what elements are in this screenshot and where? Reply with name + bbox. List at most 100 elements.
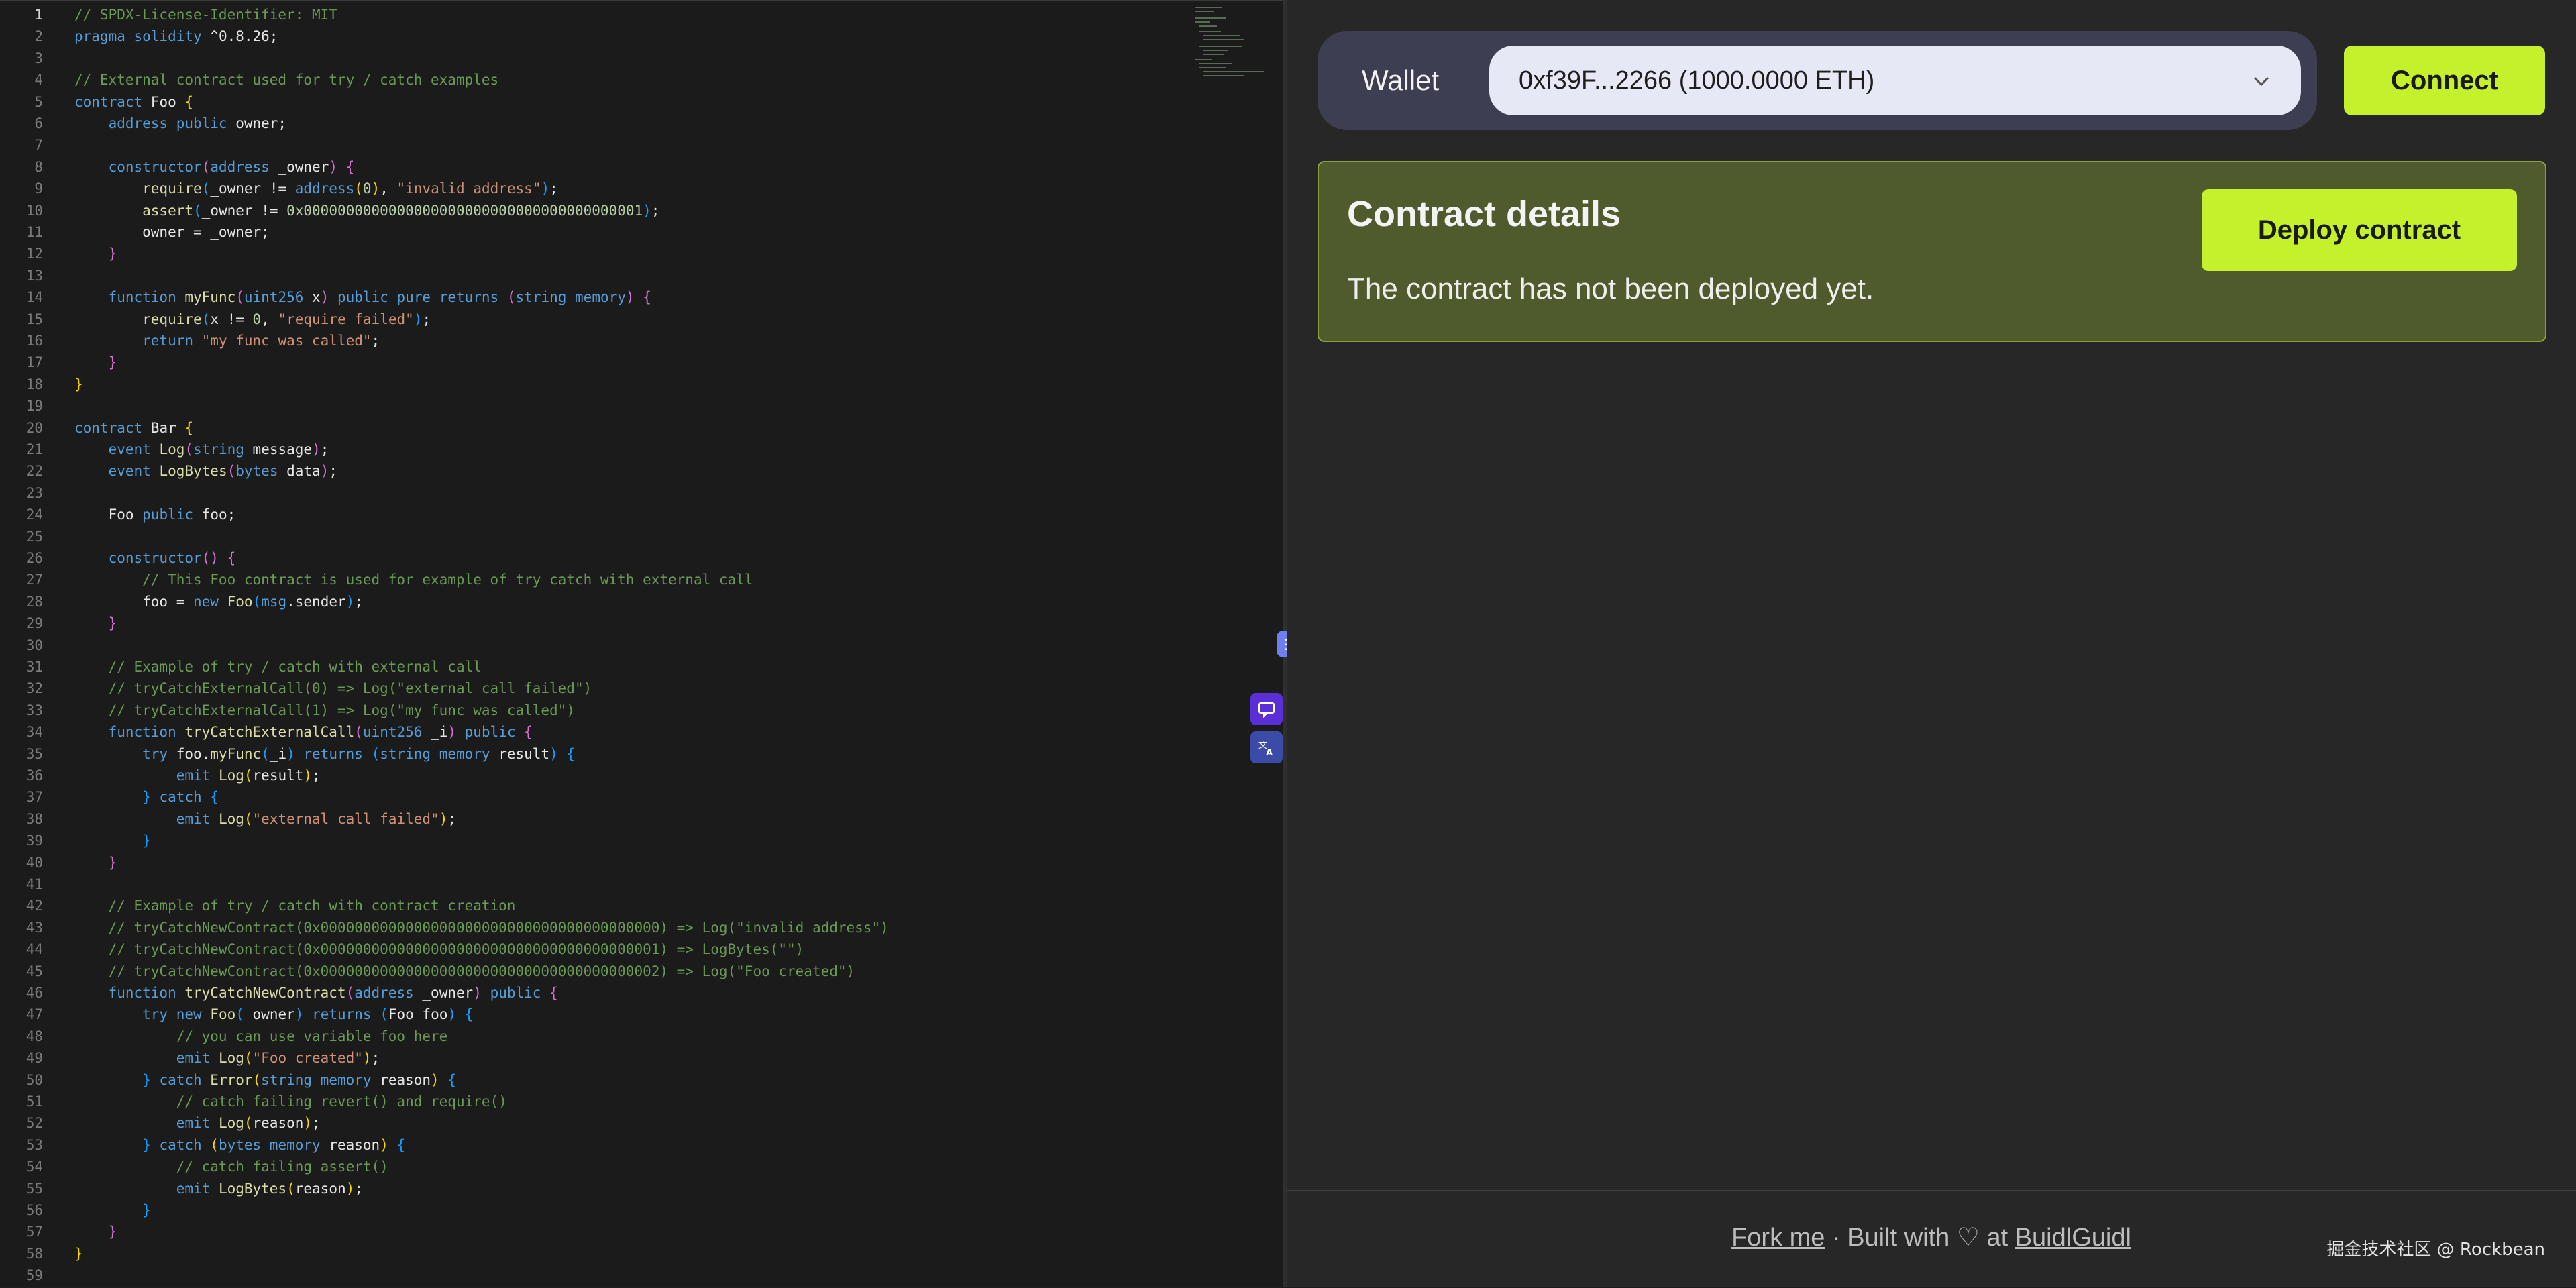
- code-token: {: [643, 289, 651, 306]
- code-token: msg: [261, 593, 287, 610]
- code-token: new: [176, 1006, 211, 1023]
- minimap[interactable]: [1195, 4, 1264, 85]
- line-number: 27: [25, 572, 43, 588]
- code-line: // tryCatchExternalCall(0) => Log("exter…: [74, 678, 592, 699]
- line-number: 41: [25, 876, 43, 892]
- code-token: _owner !=: [210, 180, 295, 197]
- code-token: ): [303, 767, 313, 784]
- code-line: // tryCatchNewContract(0x000000000000000…: [74, 938, 804, 960]
- code-token: }: [74, 615, 117, 632]
- line-number: 54: [25, 1159, 43, 1175]
- line-number: 13: [25, 267, 43, 284]
- code-token: reason: [294, 1180, 346, 1197]
- code-token: return: [74, 333, 202, 349]
- code-line: // Example of try / catch with external …: [74, 656, 482, 678]
- code-token: function: [74, 985, 185, 1001]
- code-line: // External contract used for try / catc…: [74, 69, 498, 91]
- code-editor[interactable]: 1 2 3 4 5 6 7 8 9 10 11 12 13 14 15 16 17 18 19 20 21 22 23 24 2…: [0, 0, 1283, 1287]
- code-token: emit: [74, 810, 219, 827]
- code-token: }: [74, 246, 117, 262]
- code-token: }: [74, 1071, 160, 1088]
- line-number: 8: [34, 158, 43, 175]
- line-number: 57: [25, 1224, 43, 1240]
- code-token: (: [201, 311, 211, 327]
- code-line: // catch failing revert() and require(): [74, 1091, 507, 1112]
- footer-at-text: at: [1979, 1224, 2015, 1252]
- code-token: {: [447, 1071, 456, 1088]
- fork-me-link[interactable]: Fork me: [1731, 1224, 1825, 1252]
- line-number: 3: [34, 50, 43, 66]
- line-number: 22: [25, 463, 43, 480]
- code-token: Foo foo: [388, 1006, 448, 1023]
- line-number: 12: [25, 246, 43, 262]
- code-token: assert: [74, 202, 194, 219]
- wallet-account-select[interactable]: 0xf39F...2266 (1000.0000 ETH): [1489, 46, 2301, 115]
- code-area[interactable]: // SPDX-License-Identifier: MIT pragma so…: [74, 3, 1202, 1288]
- code-line: event LogBytes(bytes data);: [74, 460, 337, 482]
- code-token: LogBytes: [159, 463, 227, 480]
- code-line: }: [74, 830, 151, 851]
- line-number: 46: [25, 985, 43, 1001]
- code-line: owner = _owner;: [74, 221, 270, 243]
- code-line: }: [74, 852, 117, 873]
- line-number: 16: [25, 333, 43, 349]
- code-token: {: [345, 158, 355, 175]
- code-token: (: [184, 441, 194, 458]
- line-number: 9: [34, 180, 43, 197]
- code-token: _owner: [278, 158, 329, 175]
- buidlguidl-link[interactable]: BuidlGuidl: [2015, 1224, 2131, 1252]
- code-token: {: [210, 789, 219, 806]
- code-token: {: [566, 745, 576, 762]
- code-token: public: [464, 724, 525, 741]
- line-number: 42: [25, 898, 43, 914]
- code-token: function: [74, 289, 185, 306]
- code-token: "invalid address": [396, 180, 541, 197]
- chat-icon[interactable]: [1250, 693, 1283, 725]
- code-token: _i: [269, 745, 287, 762]
- code-token: ): [413, 311, 423, 327]
- code-token: // catch failing assert(): [74, 1159, 388, 1175]
- line-number: 25: [25, 528, 43, 545]
- line-number: 26: [25, 550, 43, 566]
- code-line: // This Foo contract is used for example…: [74, 569, 753, 590]
- code-token: (: [354, 724, 363, 741]
- code-token: ): [541, 180, 550, 197]
- contract-details-title: Contract details: [1347, 194, 1621, 234]
- code-token: (: [380, 1006, 388, 1023]
- code-line: emit Log(result);: [74, 765, 321, 786]
- code-token: ;: [312, 1115, 321, 1132]
- line-number: 37: [25, 789, 43, 806]
- code-token: reason: [252, 1115, 304, 1132]
- code-token: (: [244, 810, 253, 827]
- code-token: event: [74, 441, 160, 458]
- code-token: Log: [218, 810, 244, 827]
- code-line: emit Log(reason);: [74, 1112, 321, 1134]
- code-token: catch: [159, 789, 211, 806]
- code-token: ;: [447, 810, 456, 827]
- code-line: event Log(string message);: [74, 439, 329, 460]
- line-number: 23: [25, 484, 43, 501]
- code-token: public: [490, 985, 550, 1001]
- code-token: foo;: [201, 506, 236, 523]
- code-token: // External contract used for try / catc…: [74, 72, 499, 89]
- code-token: x: [312, 289, 321, 306]
- line-number: 45: [25, 963, 43, 979]
- code-token: public pure returns: [337, 289, 507, 306]
- code-line: emit LogBytes(reason);: [74, 1178, 363, 1199]
- line-number: 30: [25, 637, 43, 653]
- contract-details-card: Contract details The contract has not be…: [1318, 161, 2546, 342]
- code-token: result: [498, 745, 550, 762]
- code-token: }: [74, 854, 117, 871]
- code-line: // tryCatchNewContract(0x000000000000000…: [74, 917, 889, 938]
- code-line: constructor(address _owner) {: [74, 156, 355, 178]
- connect-button[interactable]: Connect: [2344, 46, 2545, 115]
- translate-icon[interactable]: 文 A: [1250, 731, 1283, 763]
- code-line: }: [74, 243, 117, 264]
- deploy-contract-button[interactable]: Deploy contract: [2202, 189, 2517, 271]
- code-token: ): [380, 1136, 397, 1153]
- code-line: // tryCatchNewContract(0x000000000000000…: [74, 961, 855, 982]
- line-number: 44: [25, 941, 43, 958]
- code-token: ;: [422, 311, 431, 327]
- code-token: event: [74, 463, 160, 480]
- code-line: address public owner;: [74, 113, 287, 134]
